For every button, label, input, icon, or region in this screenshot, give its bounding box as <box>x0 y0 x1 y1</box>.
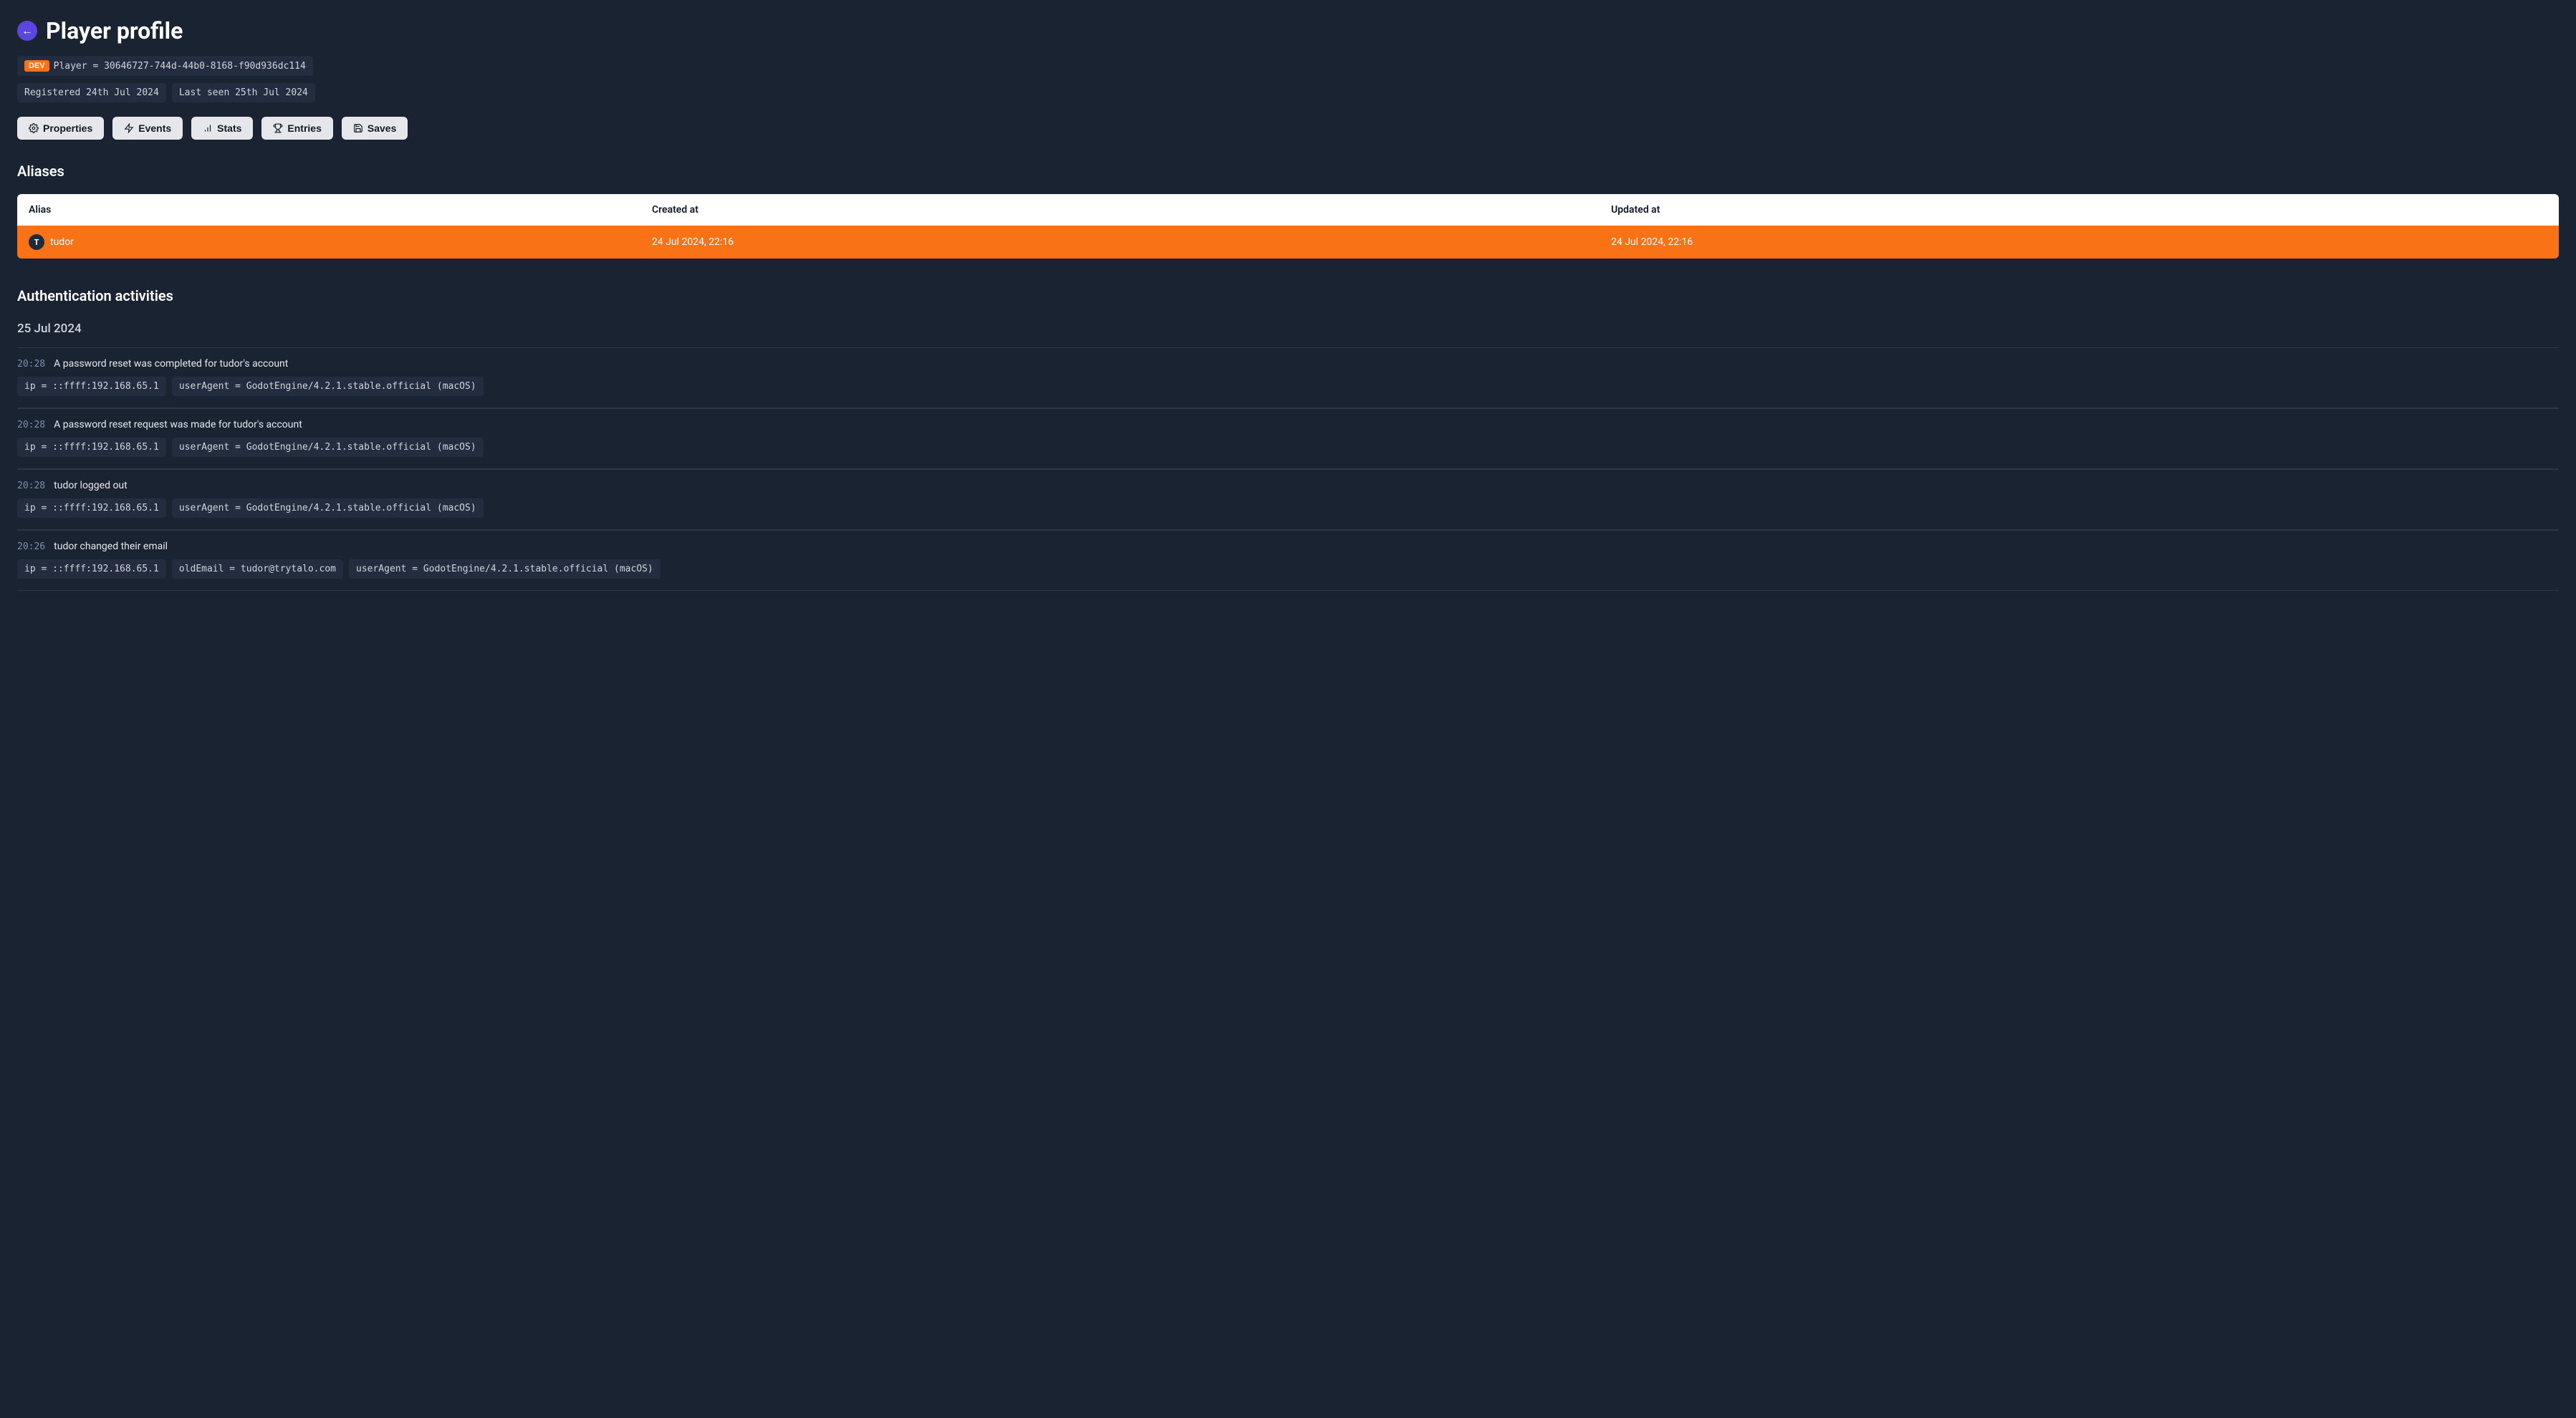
activity-description: A password reset was completed for tudor… <box>54 358 288 370</box>
registered-chip: Registered 24th Jul 2024 <box>17 83 166 102</box>
activity-meta-chip: ip = ::ffff:192.168.65.1 <box>17 559 166 579</box>
lightning-icon <box>124 123 134 133</box>
activity-date-heading: 25 Jul 2024 <box>17 322 2559 336</box>
stats-label: Stats <box>217 122 241 134</box>
bar-chart-icon <box>203 123 213 133</box>
entries-button[interactable]: Entries <box>261 117 332 140</box>
activity-description: tudor changed their email <box>54 541 168 552</box>
activity-item: 20:28 A password reset was completed for … <box>17 347 2559 408</box>
events-label: Events <box>138 122 171 134</box>
alias-updated: 24 Jul 2024, 22:16 <box>1600 226 2559 259</box>
activity-meta-chip: userAgent = GodotEngine/4.2.1.stable.off… <box>172 438 484 457</box>
auth-activities-title: Authentication activities <box>17 287 2559 304</box>
stats-button[interactable]: Stats <box>191 117 253 140</box>
events-button[interactable]: Events <box>112 117 183 140</box>
activity-time: 20:26 <box>17 541 45 552</box>
gear-icon <box>29 123 39 133</box>
activity-item: 20:28 tudor logged outip = ::ffff:192.168… <box>17 469 2559 530</box>
alias-name: tudor <box>50 236 74 248</box>
activity-meta-chip: userAgent = GodotEngine/4.2.1.stable.off… <box>172 498 484 518</box>
dev-badge: DEV <box>24 60 49 72</box>
trophy-icon <box>273 123 283 133</box>
activity-meta-chip: userAgent = GodotEngine/4.2.1.stable.off… <box>349 559 660 579</box>
activity-description: tudor logged out <box>54 480 128 491</box>
activity-meta-chip: ip = ::ffff:192.168.65.1 <box>17 498 166 518</box>
talo-icon: T <box>29 234 44 250</box>
properties-button[interactable]: Properties <box>17 117 104 140</box>
player-id-chip: DEV Player = 30646727-744d-44b0-8168-f90… <box>17 56 313 76</box>
col-updated: Updated at <box>1600 194 2559 226</box>
entries-label: Entries <box>287 122 321 134</box>
save-icon <box>353 123 363 133</box>
activity-meta-chip: ip = ::ffff:192.168.65.1 <box>17 438 166 457</box>
last-seen-chip: Last seen 25th Jul 2024 <box>172 83 315 102</box>
activity-description: A password reset request was made for tu… <box>54 419 302 430</box>
activity-meta-chip: oldEmail = tudor@trytalo.com <box>172 559 343 579</box>
page-title: Player profile <box>46 17 183 44</box>
activity-item: 20:28 A password reset request was made f… <box>17 408 2559 469</box>
activity-meta-chip: userAgent = GodotEngine/4.2.1.stable.off… <box>172 377 484 396</box>
arrow-left-icon: ← <box>21 24 33 38</box>
col-created: Created at <box>640 194 1600 226</box>
properties-label: Properties <box>43 122 92 134</box>
saves-label: Saves <box>367 122 396 134</box>
player-id-value: Player = 30646727-744d-44b0-8168-f90d936… <box>54 61 306 72</box>
activity-time: 20:28 <box>17 359 45 370</box>
activity-time: 20:28 <box>17 481 45 491</box>
activity-meta-chip: ip = ::ffff:192.168.65.1 <box>17 377 166 396</box>
alias-created: 24 Jul 2024, 22:16 <box>640 226 1600 259</box>
back-button[interactable]: ← <box>17 21 37 41</box>
aliases-title: Aliases <box>17 163 2559 180</box>
activity-item: 20:26 tudor changed their emailip = ::fff… <box>17 530 2559 591</box>
aliases-table: Alias Created at Updated at Ttudor 24 Jul… <box>17 194 2559 259</box>
col-alias: Alias <box>17 194 640 226</box>
saves-button[interactable]: Saves <box>342 117 408 140</box>
activity-time: 20:28 <box>17 420 45 430</box>
table-row[interactable]: Ttudor 24 Jul 2024, 22:1624 Jul 2024, 22:… <box>17 226 2559 259</box>
